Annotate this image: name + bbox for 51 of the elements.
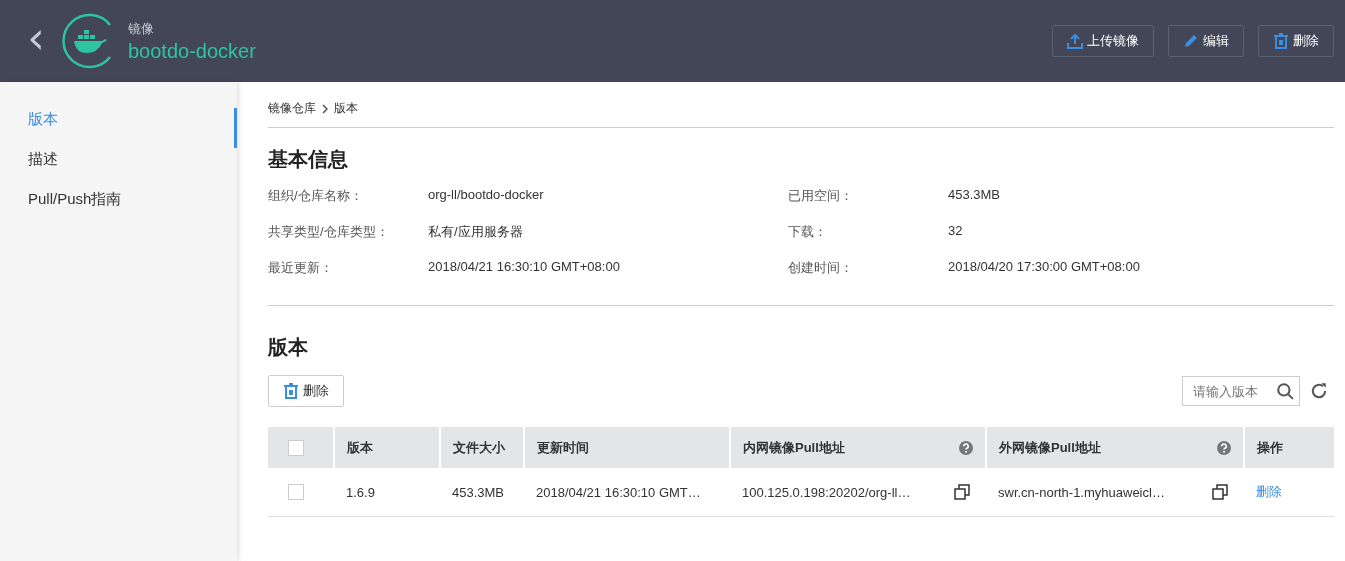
sidebar-item[interactable]: 描述 (0, 148, 237, 188)
column-header: 内网镜像Pull地址 (730, 427, 986, 468)
back-button[interactable]: ‹ (24, 16, 48, 66)
upload-button[interactable]: 上传镜像 (1052, 25, 1154, 57)
trash-icon (1273, 33, 1289, 49)
breadcrumb-link[interactable]: 镜像仓库 (268, 100, 316, 117)
delete-button[interactable]: 删除 (1258, 25, 1334, 57)
chevron-icon (322, 103, 328, 114)
column-header: 外网镜像Pull地址 (986, 427, 1244, 468)
copy-icon[interactable] (1212, 484, 1228, 500)
table-cell: swr.cn-north-1.myhuaweicl… (998, 484, 1165, 500)
sidebar-item[interactable]: Pull/Push指南 (0, 188, 237, 228)
table-cell: 1.6.9 (334, 468, 440, 517)
field-label: 组织/仓库名称： (268, 187, 364, 205)
section-title: 版本 (268, 335, 309, 360)
delete-button[interactable]: 删除 (268, 375, 344, 407)
field-value: 私有/应用服务器 (428, 223, 523, 241)
help-icon[interactable] (1217, 440, 1231, 455)
column-header: 操作 (1244, 427, 1334, 468)
section-title: 基本信息 (268, 147, 349, 172)
field-label: 最近更新： (268, 259, 334, 277)
checkbox[interactable] (288, 439, 304, 456)
search-icon[interactable] (1276, 382, 1294, 400)
edit-button[interactable]: 编辑 (1168, 25, 1244, 57)
copy-icon[interactable] (954, 484, 970, 500)
column-header: 更新时间 (524, 427, 730, 468)
field-value: 2018/04/20 17:30:00 GMT+08:00 (948, 259, 1140, 276)
field-label: 创建时间： (788, 259, 854, 277)
breadcrumb-current: 版本 (334, 100, 358, 117)
pencil-icon (1183, 33, 1199, 49)
table-cell: 2018/04/21 16:30:10 GMT… (524, 468, 730, 517)
header-subtitle: 镜像 (128, 19, 155, 38)
upload-icon (1067, 33, 1083, 49)
field-value: 453.3MB (948, 187, 1001, 204)
column-header: 版本 (334, 427, 440, 468)
delete-link[interactable]: 删除 (1256, 484, 1282, 499)
trash-icon (283, 383, 299, 399)
field-label: 共享类型/仓库类型： (268, 223, 390, 241)
table-cell: 100.125.0.198:20202/org-ll… (742, 484, 911, 500)
checkbox[interactable] (288, 484, 304, 500)
repository-title: bootdo-docker (128, 39, 256, 63)
field-label: 下载： (788, 223, 828, 241)
help-icon[interactable] (959, 440, 973, 455)
table-cell: 453.3MB (440, 468, 524, 517)
field-value: 32 (948, 223, 963, 240)
refresh-icon[interactable] (1310, 382, 1328, 400)
field-value: org-ll/bootdo-docker (428, 187, 544, 204)
field-value: 2018/04/21 16:30:10 GMT+08:00 (428, 259, 620, 276)
search-field[interactable]: 请输入版本 (1182, 376, 1300, 406)
column-header: 文件大小 (440, 427, 524, 468)
field-label: 已用空间： (788, 187, 854, 205)
